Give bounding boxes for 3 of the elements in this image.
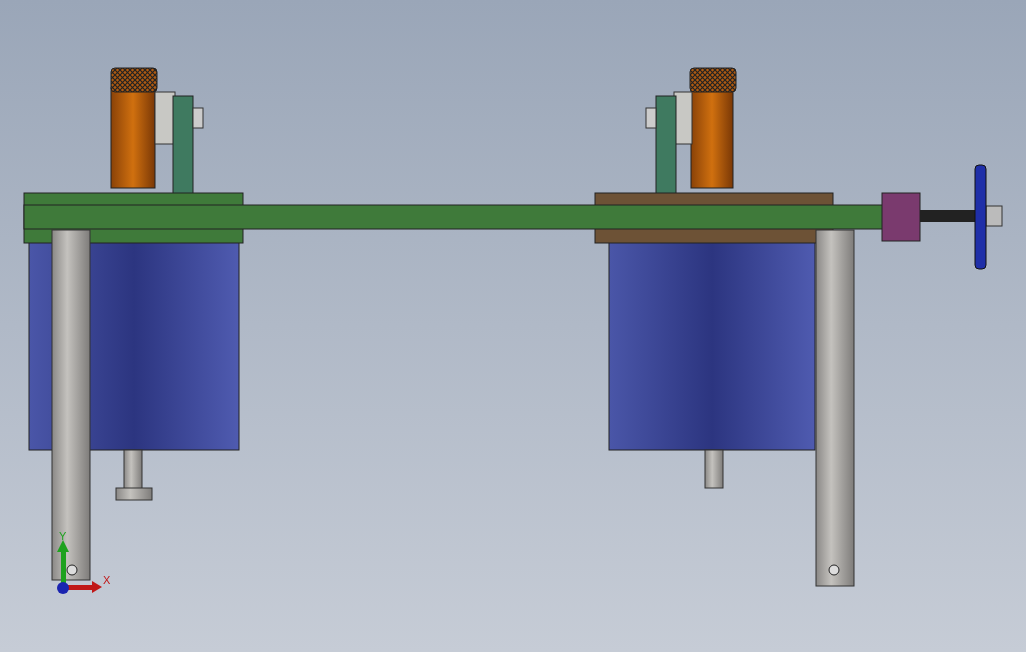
- axis-label: X: [103, 575, 111, 586]
- axis-label: Y: [59, 531, 67, 542]
- origin-dot: [57, 582, 69, 594]
